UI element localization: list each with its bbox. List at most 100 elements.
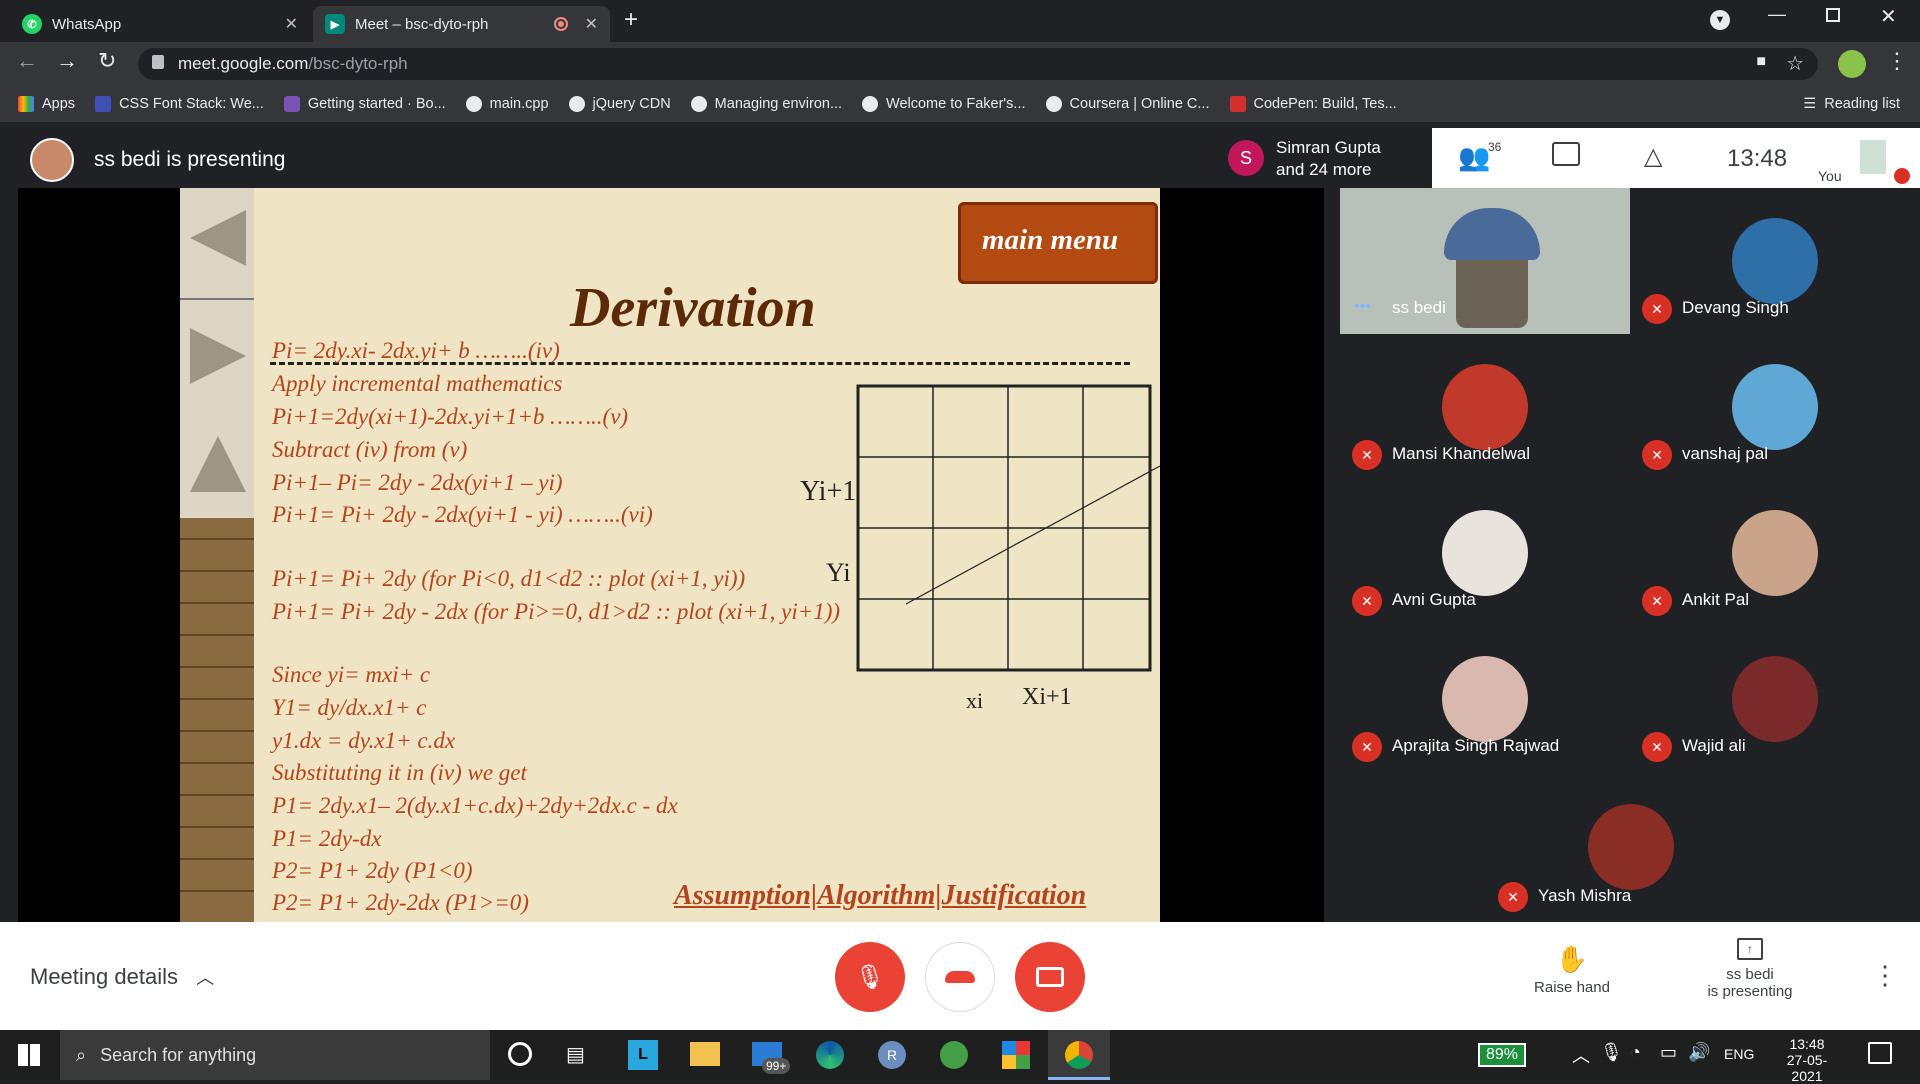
mic-off-icon: ✕ [1352, 732, 1382, 762]
browser-toolbar: ← → ↻ meet.google.com/bsc-dyto-rph ■ ☆ ⋮ [0, 42, 1920, 86]
back-icon[interactable]: ← [16, 48, 38, 74]
atom-icon[interactable] [940, 1041, 968, 1069]
reading-list-label: Reading list [1824, 96, 1900, 112]
r-app-icon[interactable]: R [878, 1041, 906, 1069]
participant-tile[interactable]: ✕ vanshaj pal [1630, 334, 1920, 480]
battery-indicator[interactable]: 89% [1478, 1043, 1527, 1067]
chrome-taskbar-button[interactable] [1048, 1030, 1110, 1080]
tab-title: Meet – bsc-dyto-rph [355, 15, 489, 33]
chat-icon[interactable] [1552, 142, 1580, 166]
bookmark-apps[interactable]: Apps [18, 96, 75, 112]
address-bar[interactable]: meet.google.com/bsc-dyto-rph ■ ☆ [138, 48, 1818, 80]
notification-center-icon[interactable] [1868, 1042, 1892, 1064]
globe-icon [465, 96, 482, 112]
bookmark-item[interactable]: CodePen: Build, Tes... [1229, 96, 1397, 112]
close-tab-icon[interactable]: ✕ [585, 14, 598, 34]
close-tab-icon[interactable]: ✕ [285, 14, 298, 34]
edge-icon[interactable] [816, 1041, 844, 1069]
mic-off-icon: ✕ [1642, 294, 1672, 324]
participant-name: ss bedi [1392, 298, 1446, 317]
recording-icon [554, 17, 568, 31]
camera-blocked-icon[interactable]: ■ [1756, 53, 1766, 71]
bookmark-item[interactable]: Managing environ... [690, 96, 842, 112]
battery-icon[interactable]: ▭ [1660, 1042, 1677, 1063]
bookmark-item[interactable]: jQuery CDN [568, 96, 671, 112]
summary-line2: and 24 more [1276, 160, 1372, 179]
participant-tile[interactable]: ✕ Ankit Pal [1630, 480, 1920, 626]
people-icon[interactable]: 👥 [1458, 142, 1490, 173]
prev-slide-icon[interactable] [190, 210, 246, 266]
tray-chevron-icon[interactable]: ︿ [1572, 1042, 1590, 1068]
app-l-icon[interactable]: L [628, 1040, 658, 1070]
tab-strip: ✆ WhatsApp ✕ ▶ Meet – bsc-dyto-rph ✕ + ▼… [0, 0, 1920, 42]
bookmark-item[interactable]: Welcome to Faker's... [862, 96, 1026, 112]
main-menu-button[interactable]: main menu [958, 202, 1158, 284]
reload-icon[interactable]: ↻ [98, 48, 116, 74]
bookmark-item[interactable]: Coursera | Online C... [1045, 96, 1210, 112]
codepen-icon [1229, 96, 1246, 112]
slide-line: Apply incremental mathematics [272, 371, 563, 396]
participant-tile[interactable]: ✕ Mansi Khandelwal [1340, 334, 1630, 480]
mic-off-icon: ✕ [1352, 586, 1382, 616]
mic-off-icon: ✕ [1642, 586, 1672, 616]
bookmark-item[interactable]: CSS Font Stack: We... [95, 96, 264, 112]
mic-off-icon: ✕ [1642, 440, 1672, 470]
profile-avatar[interactable] [1838, 50, 1866, 78]
bookmark-label: CodePen: Build, Tes... [1253, 96, 1397, 112]
close-window-icon[interactable]: ✕ [1880, 4, 1897, 29]
participants-summary[interactable]: S Simran Gupta and 24 more [1220, 128, 1430, 188]
slide-footer-links[interactable]: Assumption|Algorithm|Justification [674, 880, 1086, 912]
meeting-details-button[interactable]: Meeting details ︿ [30, 964, 214, 990]
presenting-button[interactable]: ↑ ss bedi is presenting [1680, 938, 1820, 1000]
wifi-icon[interactable]: ◔ [1630, 1042, 1641, 1063]
raise-hand-button[interactable]: ✋ Raise hand [1520, 944, 1624, 996]
participant-tile[interactable]: ✕ Yash Mishra [1486, 774, 1776, 922]
tab-whatsapp[interactable]: ✆ WhatsApp ✕ [10, 6, 310, 42]
app-tiles-icon[interactable] [1002, 1041, 1030, 1069]
bookmark-label: main.cpp [489, 96, 549, 112]
cortana-icon[interactable] [508, 1042, 532, 1066]
presentation-slide: main menu Derivation Pi= 2dy.xi- 2dx.yi+… [180, 188, 1160, 922]
participant-tile[interactable]: ✕ Wajid ali [1630, 626, 1920, 772]
up-slide-icon[interactable] [190, 436, 246, 492]
new-tab-button[interactable]: + [624, 6, 638, 34]
tab-meet[interactable]: ▶ Meet – bsc-dyto-rph ✕ [313, 6, 610, 42]
participant-avatar [1442, 510, 1528, 596]
task-view-icon[interactable]: ▤ [566, 1042, 585, 1067]
forward-icon[interactable]: → [56, 48, 78, 74]
language-indicator[interactable]: ENG [1724, 1046, 1754, 1062]
mic-toggle-button[interactable]: 🎙 [835, 942, 905, 1012]
participant-tile[interactable]: ✕ Aprajita Singh Rajwad [1340, 626, 1630, 772]
raise-hand-label: Raise hand [1534, 979, 1610, 996]
whatsapp-icon: ✆ [22, 14, 42, 34]
taskbar-search-box[interactable]: ⌕ Search for anything [60, 1030, 490, 1080]
participant-tile[interactable]: ••• ss bedi [1340, 188, 1630, 334]
tab-search-icon[interactable]: ▼ [1710, 10, 1730, 30]
globe-icon [862, 96, 879, 112]
camera-toggle-button[interactable] [1015, 942, 1085, 1012]
bookmark-item[interactable]: main.cpp [465, 96, 549, 112]
participant-tile[interactable]: ✕ Devang Singh [1630, 188, 1920, 334]
bookmark-star-icon[interactable]: ☆ [1786, 51, 1804, 76]
participant-avatar [1732, 656, 1818, 742]
windows-start-icon[interactable] [18, 1044, 40, 1066]
bookmark-item[interactable]: Getting started · Bo... [283, 96, 446, 112]
leave-call-button[interactable] [925, 942, 995, 1012]
main-menu-label: main menu [982, 224, 1119, 256]
reading-list-button[interactable]: ☰ Reading list [1803, 96, 1900, 112]
more-options-icon[interactable]: ⋮ [1872, 960, 1898, 991]
restore-icon[interactable] [1826, 8, 1840, 22]
minimize-icon[interactable]: — [1768, 4, 1786, 25]
system-clock[interactable]: 13:48 27-05-2021 [1772, 1036, 1842, 1084]
present-icon: ↑ [1737, 938, 1763, 960]
mail-badge: 99+ [762, 1058, 791, 1074]
summary-line1: Simran Gupta [1276, 138, 1381, 157]
more-menu-icon[interactable]: ⋮ [1886, 48, 1908, 74]
participant-tile[interactable]: ✕ Avni Gupta [1340, 480, 1630, 626]
microphone-icon[interactable]: 🎙 [1600, 1042, 1623, 1063]
volume-icon[interactable]: 🔊 [1688, 1042, 1710, 1063]
bookmark-label: Getting started · Bo... [307, 96, 446, 112]
next-slide-icon[interactable] [190, 328, 246, 384]
activities-icon[interactable]: △ [1644, 142, 1662, 171]
file-explorer-icon[interactable] [690, 1042, 720, 1066]
